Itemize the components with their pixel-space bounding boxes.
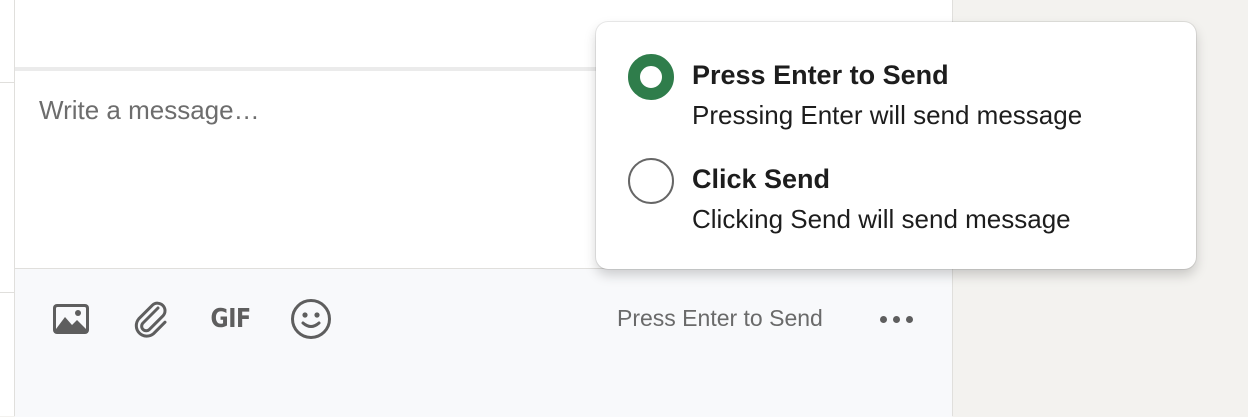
send-mode-label: Press Enter to Send (617, 305, 823, 331)
option-description: Clicking Send will send message (692, 204, 1071, 234)
option-click-send[interactable]: Click Send Clicking Send will send messa… (626, 156, 1176, 242)
divider (0, 292, 14, 293)
radio-checked-icon[interactable] (628, 54, 674, 100)
compose-toolbar: GIF Press Enter to Send (15, 268, 952, 417)
attach-file-button[interactable] (129, 297, 173, 341)
option-description: Pressing Enter will send message (692, 100, 1083, 130)
ellipsis-icon (905, 315, 913, 323)
ellipsis-icon (879, 315, 887, 323)
divider (0, 82, 14, 83)
more-options-button[interactable] (867, 297, 925, 341)
option-press-enter-to-send[interactable]: Press Enter to Send Pressing Enter will … (626, 52, 1176, 138)
gif-button[interactable]: GIF (209, 297, 253, 341)
page-left-edge (0, 0, 15, 416)
smiley-icon (290, 298, 332, 340)
radio-unchecked-icon[interactable] (628, 158, 674, 204)
send-options-popup: Press Enter to Send Pressing Enter will … (596, 22, 1196, 269)
attach-image-button[interactable] (49, 297, 93, 341)
option-title: Click Send (692, 164, 831, 194)
ellipsis-icon (892, 315, 900, 323)
option-title: Press Enter to Send (692, 60, 949, 90)
image-icon (51, 302, 91, 336)
gif-icon: GIF (210, 304, 252, 334)
emoji-button[interactable] (289, 297, 333, 341)
paperclip-icon (131, 299, 171, 339)
